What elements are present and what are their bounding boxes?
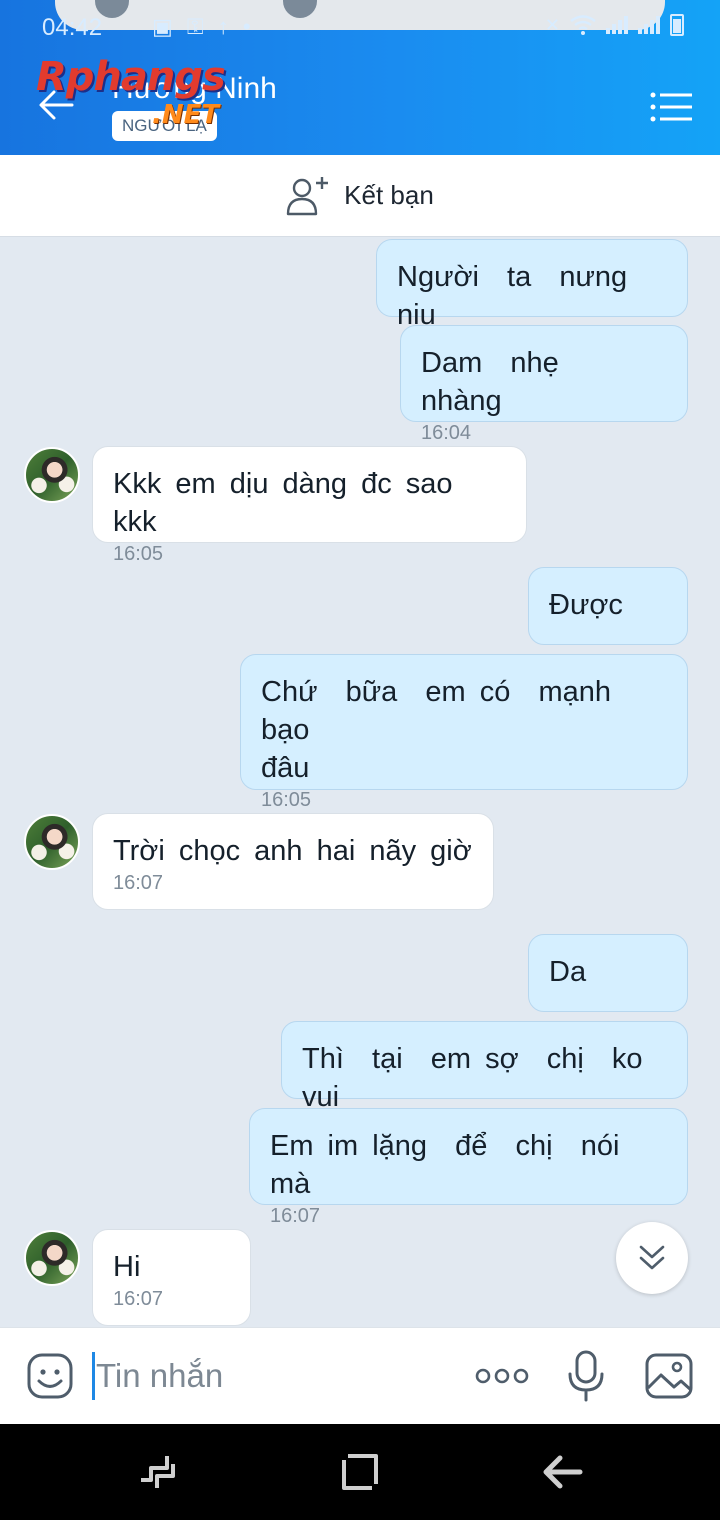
watermark-logo: Rphangs .NET <box>36 54 226 130</box>
avatar[interactable] <box>24 447 80 503</box>
add-friend-button[interactable]: Kết bạn <box>0 155 720 237</box>
avatar[interactable] <box>24 1230 80 1286</box>
message-text: Kkk em dịu dàng đc sao kkk <box>113 468 467 538</box>
chat-messages[interactable]: Người ta nưng niu Dam nhẹ nhàng 16:04 Kk… <box>0 237 720 1327</box>
message-bubble-outgoing[interactable]: Người ta nưng niu <box>376 239 688 331</box>
signal-icon-2 <box>638 16 660 34</box>
double-chevron-down-icon <box>639 1245 665 1270</box>
home-icon[interactable] <box>338 1450 382 1494</box>
message-time: 16:05 <box>113 543 164 565</box>
message-bubble-outgoing[interactable]: Dam nhẹ nhàng 16:04 <box>400 325 688 444</box>
message-text: Thì tại em sợ chị ko vui <box>302 1043 671 1113</box>
avatar[interactable] <box>24 814 80 870</box>
more-options-icon[interactable] <box>475 1364 529 1388</box>
menu-icon[interactable] <box>650 92 692 122</box>
message-bubble-incoming[interactable]: Hi 16:07 <box>92 1229 251 1326</box>
mute-icon: ✕ <box>544 14 560 35</box>
message-text: Da <box>549 956 587 988</box>
status-icons: ✕ <box>545 14 684 36</box>
status-time: 04:42 <box>42 14 103 41</box>
scroll-to-bottom-button[interactable] <box>616 1222 688 1294</box>
battery-icon <box>670 14 684 36</box>
message-bubble-outgoing[interactable]: Em im lặng để chị nói mà 16:07 <box>249 1108 688 1227</box>
message-time: 16:05 <box>261 789 312 811</box>
back-nav-icon[interactable] <box>540 1450 584 1494</box>
system-navigation-bar <box>0 1424 720 1520</box>
circle-icon <box>283 0 317 18</box>
status-notification-icons: ▣ ⚿ ↑ • <box>152 14 255 39</box>
microphone-icon[interactable] <box>566 1350 606 1402</box>
message-text: Được <box>549 589 623 621</box>
message-text: Dam nhẹ nhàng <box>421 347 587 417</box>
image-picker-icon[interactable] <box>644 1352 694 1400</box>
message-input[interactable] <box>96 1350 456 1402</box>
add-user-icon <box>286 176 329 215</box>
message-text: Người ta nưng niu <box>397 261 642 331</box>
message-time: 16:04 <box>421 422 472 444</box>
message-bubble-incoming[interactable]: Kkk em dịu dàng đc sao kkk 16:05 <box>92 446 527 565</box>
message-text: Em im lặng để chị nói mà <box>270 1130 648 1200</box>
message-bubble-outgoing[interactable]: Được <box>528 567 688 645</box>
recent-apps-icon[interactable] <box>137 1450 181 1494</box>
emoji-sticker-icon[interactable] <box>26 1352 74 1400</box>
signal-icon <box>606 16 628 34</box>
add-friend-label: Kết bạn <box>344 180 434 210</box>
message-time: 16:07 <box>113 1288 164 1310</box>
watermark-primary: Rphangs <box>36 54 226 100</box>
message-time: 16:07 <box>270 1205 321 1227</box>
message-text: Trời chọc anh hai nãy giờ <box>113 835 472 867</box>
message-bubble-outgoing[interactable]: Chứ bữa em có mạnh bạo đâu 16:05 <box>240 654 688 811</box>
wifi-icon <box>570 15 596 35</box>
app-header: 04:42 ▣ ⚿ ↑ • ✕ Hương Ninh NGƯỜI LẠ Rpha… <box>0 0 720 155</box>
message-bubble-incoming[interactable]: Trời chọc anh hai nãy giờ 16:07 <box>92 813 494 910</box>
message-text: Chứ bữa em có mạnh bạo đâu <box>261 676 612 784</box>
text-cursor <box>92 1352 95 1400</box>
watermark-secondary: .NET <box>152 100 220 130</box>
message-bubble-outgoing[interactable]: Thì tại em sợ chị ko vui <box>281 1021 688 1113</box>
message-bubble-outgoing[interactable]: Da <box>528 934 688 1012</box>
message-text: Hi <box>113 1251 141 1283</box>
message-composer <box>0 1327 720 1424</box>
message-time: 16:07 <box>113 872 164 894</box>
